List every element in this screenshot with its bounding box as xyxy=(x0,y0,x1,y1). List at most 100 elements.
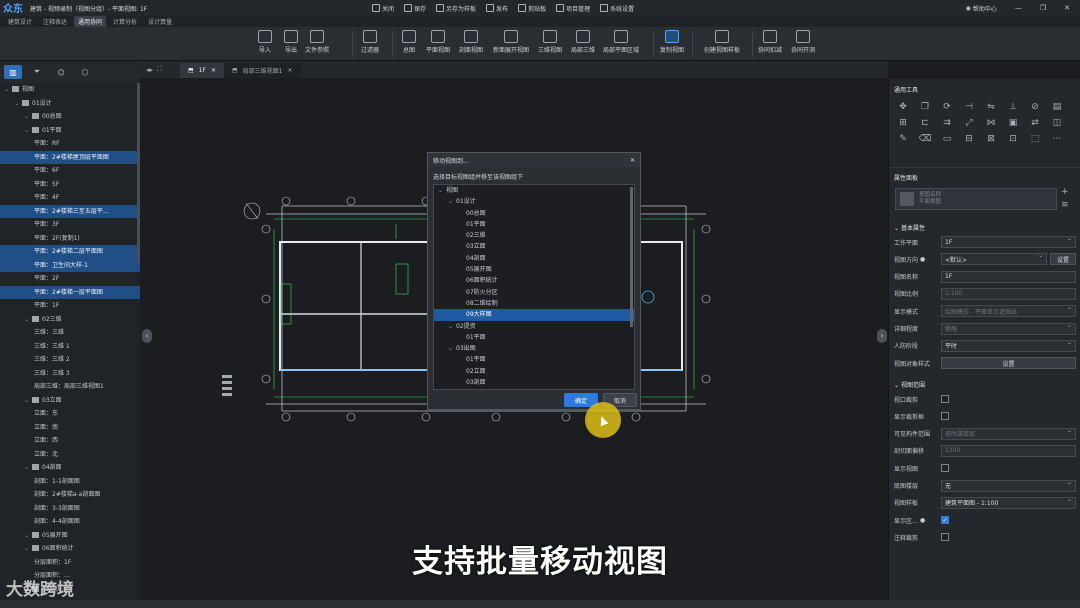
property-set-button[interactable]: 设置 xyxy=(1049,253,1076,266)
tree-node[interactable]: 平面：2F(复制1) xyxy=(0,232,140,246)
target-group-item[interactable]: 06面积统计 xyxy=(434,275,634,286)
tree-node[interactable]: 三维：三维 2 xyxy=(0,353,140,367)
tree-node[interactable]: 平面：1F xyxy=(0,299,140,313)
target-group-item[interactable]: ⌄ 03出图 xyxy=(434,343,634,354)
property-checkbox[interactable] xyxy=(941,464,949,473)
tree-node[interactable]: ⌄ 00总图 xyxy=(0,110,140,124)
menu-tab[interactable]: 设计算量 xyxy=(144,16,176,27)
filter-tab[interactable]: ⏷ xyxy=(28,65,46,79)
target-group-item[interactable]: 05展开图 xyxy=(434,264,634,275)
ribbon-button[interactable]: 复制视图 xyxy=(657,30,687,54)
array-icon[interactable]: ⊞ xyxy=(895,116,911,130)
ribbon-button[interactable]: 三维视图 xyxy=(535,30,565,54)
target-group-item[interactable]: ⌄ 视图 xyxy=(434,185,634,196)
tree-node[interactable]: 立面：南 xyxy=(0,421,140,435)
ribbon-button[interactable]: 总图 xyxy=(394,30,424,54)
collapse-right-panel-button[interactable]: › xyxy=(877,329,887,343)
minimize-button[interactable]: — xyxy=(1015,4,1022,12)
more-icon[interactable]: ⋯ xyxy=(1049,132,1065,146)
expand-toggle-icon[interactable]: ⌄ xyxy=(438,185,446,196)
group-icon[interactable]: ▣ xyxy=(1005,116,1021,130)
tree-node[interactable]: 剖面：1-1剖面图 xyxy=(0,475,140,489)
menu-tab[interactable]: 通用协同 xyxy=(74,16,107,27)
mirror-2-icon[interactable]: ⇄ xyxy=(1027,116,1043,130)
menu-tab[interactable]: 计算分析 xyxy=(109,16,141,27)
move-icon[interactable]: ✥ xyxy=(895,100,911,114)
target-group-item[interactable]: 03剖面 xyxy=(434,377,634,388)
title-action-button[interactable]: 发布 xyxy=(486,4,508,13)
expand-toggle-icon[interactable]: ⌄ xyxy=(4,83,12,97)
tree-node[interactable]: 剖面：4-4剖面图 xyxy=(0,515,140,529)
target-group-item[interactable]: 03立面 xyxy=(434,241,634,252)
tree-node[interactable]: ⌄ 02三维 xyxy=(0,313,140,327)
tree-node[interactable]: 平面：6F xyxy=(0,164,140,178)
edit-type-icon[interactable]: ≡ xyxy=(1061,200,1069,210)
ribbon-button[interactable]: 协同开洞 xyxy=(788,30,818,54)
title-action-button[interactable]: 项目管理 xyxy=(556,4,590,13)
expand-toggle-icon[interactable]: ⌄ xyxy=(24,461,32,475)
title-action-button[interactable]: 另存为样板 xyxy=(436,4,476,13)
expand-toggle-icon[interactable]: ⌄ xyxy=(24,313,32,327)
property-checkbox[interactable] xyxy=(941,412,949,421)
ungroup-icon[interactable]: ⊡ xyxy=(1005,132,1021,146)
tree-node[interactable]: ⌄ 01平面 xyxy=(0,124,140,138)
target-group-item[interactable]: 01平面 xyxy=(434,332,634,343)
tree-node[interactable]: 平面：2#楼梯三至五层平… xyxy=(0,204,140,218)
target-group-item[interactable]: 08二维绘制 xyxy=(434,298,634,309)
mirror-axis-icon[interactable]: ⟂ xyxy=(1005,100,1021,114)
ribbon-button[interactable]: 文件参照 xyxy=(302,30,332,54)
expand-toggle-icon[interactable]: ⌄ xyxy=(448,321,456,332)
title-action-button[interactable]: 系统设置 xyxy=(600,4,634,13)
property-input[interactable]: 1F xyxy=(941,270,1076,283)
property-dropdown[interactable]: 建筑平面图 - 1:100 xyxy=(941,496,1076,509)
tab-close-icon[interactable]: ✕ xyxy=(211,67,216,74)
close-button[interactable]: ✕ xyxy=(1064,4,1070,12)
tree-node[interactable]: ⌄ 视图 xyxy=(0,83,140,97)
select-icon[interactable]: ⬚ xyxy=(1027,132,1043,146)
collapse-icon[interactable]: ⌄ xyxy=(894,382,901,389)
collapse-icon[interactable]: ⌄ xyxy=(894,225,901,232)
tree-node[interactable]: 立面：西 xyxy=(0,434,140,448)
target-group-item[interactable]: ⌄ 02提资 xyxy=(434,321,634,332)
tree-node[interactable]: 立面：北 xyxy=(0,448,140,462)
split-icon[interactable]: ⊘ xyxy=(1027,100,1043,114)
expand-toggle-icon[interactable]: ⌄ xyxy=(24,394,32,408)
collapse-left-panel-button[interactable]: ‹ xyxy=(142,329,152,343)
align-icon[interactable]: ⊣ xyxy=(961,100,977,114)
property-dropdown[interactable]: 平时 xyxy=(941,339,1076,352)
tree-node[interactable]: ⌄ 01设计 xyxy=(0,97,140,111)
property-dropdown[interactable]: 绘图模式 - 平面显示遮挡线 xyxy=(941,304,1076,318)
ribbon-button[interactable]: 创建视图样板 xyxy=(704,30,740,54)
view-tab[interactable]: ⬒ 局部三维视图1 ✕ xyxy=(223,63,301,78)
menu-tab[interactable]: 注释表达 xyxy=(39,16,71,27)
target-group-item[interactable]: 02三维 xyxy=(434,230,634,241)
tree-scrollbar[interactable] xyxy=(137,83,140,263)
pick-icon[interactable]: ✎ xyxy=(895,132,911,146)
save-icon[interactable]: ▤ xyxy=(1049,100,1065,114)
property-dropdown[interactable]: 1F xyxy=(941,235,1076,248)
add-type-icon[interactable]: + xyxy=(1061,187,1069,197)
tree-node[interactable]: ⌄ 04剖面 xyxy=(0,461,140,475)
tree-node[interactable]: 剖面：2#楼梯a-a剖面图 xyxy=(0,488,140,502)
ribbon-button[interactable]: 过滤器 xyxy=(355,30,385,54)
title-action-button[interactable]: 关闭 xyxy=(372,4,394,13)
tab-expand-icon[interactable]: ⛶ xyxy=(157,65,162,74)
ribbon-button[interactable]: 局部三维 xyxy=(568,30,598,54)
menu-tab[interactable]: 建筑设计 xyxy=(4,16,36,27)
tab-close-icon[interactable]: ✕ xyxy=(287,67,292,74)
property-checkbox[interactable] xyxy=(941,395,949,403)
target-group-item[interactable]: 04剖面 xyxy=(434,253,634,264)
expand-toggle-icon[interactable]: ⌄ xyxy=(448,196,456,207)
target-group-item[interactable]: 01平面 xyxy=(434,219,634,230)
ribbon-button[interactable]: 新面展开视图 xyxy=(493,30,529,54)
tree-node[interactable]: 三维：三维 xyxy=(0,326,140,340)
layer-icon[interactable]: ◫ xyxy=(1049,116,1065,130)
tree-node[interactable]: ⌄ 03立面 xyxy=(0,394,140,408)
target-group-item[interactable]: 07防火分区 xyxy=(434,287,634,298)
title-action-button[interactable]: 保存 xyxy=(404,4,426,13)
target-group-item[interactable]: 09大样图 xyxy=(434,309,634,321)
property-dropdown[interactable]: 粗略 xyxy=(941,322,1076,335)
offset-icon[interactable]: ⇉ xyxy=(939,116,955,130)
property-checkbox[interactable]: ✓ xyxy=(941,516,949,525)
expand-toggle-icon[interactable]: ⌄ xyxy=(24,110,32,124)
